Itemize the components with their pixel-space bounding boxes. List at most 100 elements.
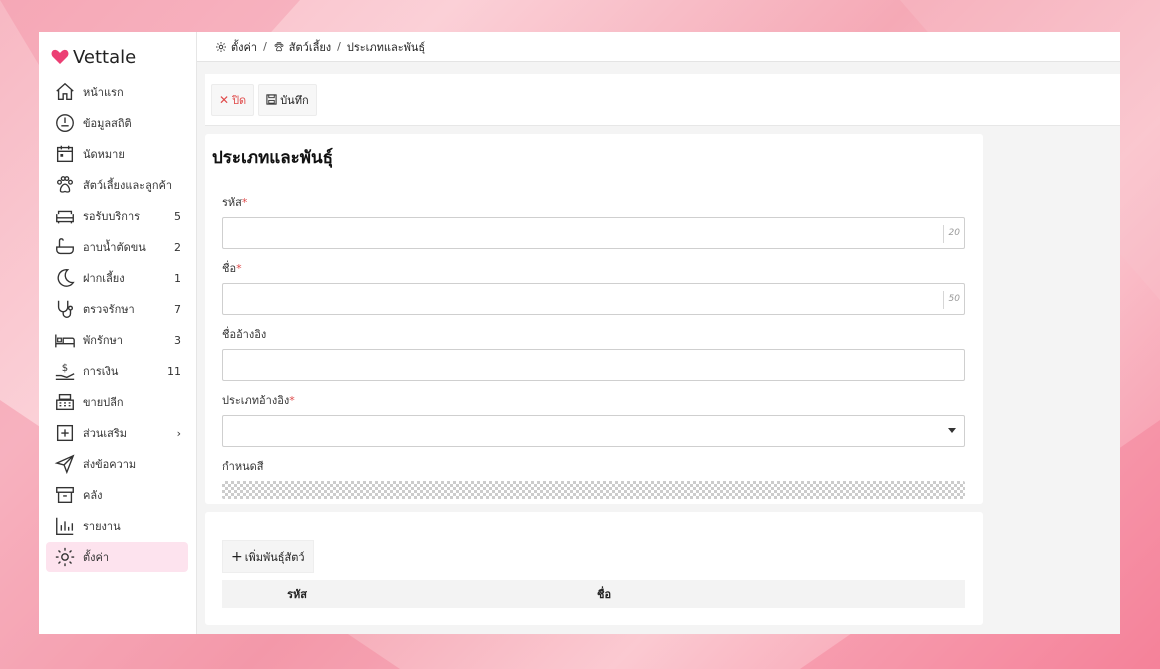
sidebar-item-label: ตั้งค่า xyxy=(83,551,110,564)
sidebar-item-count: 5 xyxy=(174,209,181,223)
breadcrumb-current: ประเภทและพันธุ์ xyxy=(347,38,425,56)
sidebar-item-money-hand[interactable]: $ การเงิน 11 xyxy=(46,356,188,386)
toolbar: ✕ ปิด บันทึก xyxy=(205,74,1120,126)
floppy-disk-icon xyxy=(266,94,277,105)
breed-table-header: รหัส ชื่อ xyxy=(222,580,965,608)
required-mark: * xyxy=(241,196,248,209)
chevron-down-icon xyxy=(948,428,956,433)
name-label: ชื่อ* xyxy=(222,262,242,275)
chevron-right-icon: › xyxy=(176,426,181,440)
sidebar-item-label: สัตว์เลี้ยงและลูกค้า xyxy=(83,179,173,192)
sidebar-item-count: 7 xyxy=(174,302,181,316)
bed-icon xyxy=(54,329,76,351)
add-breed-button[interactable]: + เพิ่มพันธุ์สัตว์ xyxy=(222,540,314,573)
sidebar-item-label: ข้อมูลสถิติ xyxy=(83,117,132,130)
calendar-icon xyxy=(54,143,76,165)
money-hand-icon: $ xyxy=(54,360,76,382)
sidebar-item-label: ฝากเลี้ยง xyxy=(83,272,125,285)
moon-icon xyxy=(54,267,76,289)
brand-logo[interactable]: Vettale xyxy=(39,44,196,70)
sidebar-item-count: 11 xyxy=(167,364,181,378)
breed-list-card: + เพิ่มพันธุ์สัตว์ รหัส ชื่อ xyxy=(205,512,983,625)
sidebar-item-label: ตรวจรักษา xyxy=(83,303,135,316)
name-field: ชื่อ* 50 xyxy=(222,259,965,315)
sidebar-item-label: คลัง xyxy=(83,489,103,502)
app-window: Vettale หน้าแรก ข้อมูลสถิติ นัดหมาย สัตว์เล… xyxy=(39,32,1120,634)
color-label: กำหนดสี xyxy=(222,460,264,473)
name-max-length: 50 xyxy=(942,291,964,309)
column-header-code[interactable]: รหัส xyxy=(222,585,372,603)
sidebar-item-sofa[interactable]: รอรับบริการ 5 xyxy=(46,201,188,231)
sidebar-item-bar-chart[interactable]: รายงาน xyxy=(46,511,188,541)
code-input[interactable]: 20 xyxy=(222,217,965,249)
sidebar-item-paper-plane[interactable]: ส่งข้อความ xyxy=(46,449,188,479)
sidebar-item-gear[interactable]: ตั้งค่า xyxy=(46,542,188,572)
paw-icon xyxy=(274,41,284,51)
color-field: กำหนดสี xyxy=(222,457,965,499)
close-button-label: ปิด xyxy=(232,93,247,107)
stethoscope-icon xyxy=(54,298,76,320)
breadcrumb-settings[interactable]: ตั้งค่า xyxy=(215,38,257,56)
sidebar-item-label: รายงาน xyxy=(83,520,121,533)
breadcrumb-separator: / xyxy=(337,40,341,53)
breadcrumb-pets[interactable]: สัตว์เลี้ยง xyxy=(273,38,331,56)
sidebar-item-label: รอรับบริการ xyxy=(83,210,141,223)
sidebar-item-count: 2 xyxy=(174,240,181,254)
code-label: รหัส* xyxy=(222,196,248,209)
ref-name-field: ชื่ออ้างอิง xyxy=(222,325,965,381)
archive-icon xyxy=(54,484,76,506)
sidebar-item-paw[interactable]: สัตว์เลี้ยงและลูกค้า xyxy=(46,170,188,200)
paw-icon xyxy=(54,174,76,196)
plus-square-icon xyxy=(54,422,76,444)
main-content: ตั้งค่า / สัตว์เลี้ยง / ประเภทและพันธุ์ … xyxy=(197,32,1120,634)
name-input[interactable]: 50 xyxy=(222,283,965,315)
ref-name-label: ชื่ออ้างอิง xyxy=(222,328,267,341)
sidebar-item-count: 1 xyxy=(174,271,181,285)
sidebar-item-archive[interactable]: คลัง xyxy=(46,480,188,510)
code-field: รหัส* 20 xyxy=(222,193,965,249)
required-mark: * xyxy=(289,394,295,407)
sidebar-item-label: พักรักษา xyxy=(83,334,123,347)
column-header-name[interactable]: ชื่อ xyxy=(372,585,965,603)
ref-type-select[interactable] xyxy=(222,415,965,447)
add-breed-label: เพิ่มพันธุ์สัตว์ xyxy=(244,550,305,564)
sidebar-item-bed[interactable]: พักรักษา 3 xyxy=(46,325,188,355)
home-icon xyxy=(54,81,76,103)
sidebar-item-stethoscope[interactable]: ตรวจรักษา 7 xyxy=(46,294,188,324)
sidebar-item-moon[interactable]: ฝากเลี้ยง 1 xyxy=(46,263,188,293)
paper-plane-icon xyxy=(54,453,76,475)
sidebar-item-home[interactable]: หน้าแรก xyxy=(46,77,188,107)
breadcrumb: ตั้งค่า / สัตว์เลี้ยง / ประเภทและพันธุ์ xyxy=(197,32,1120,62)
sidebar-item-bathtub[interactable]: อาบน้ำตัดขน 2 xyxy=(46,232,188,262)
sidebar-item-cash-register[interactable]: ขายปลีก xyxy=(46,387,188,417)
breadcrumb-separator: / xyxy=(263,40,267,53)
breadcrumb-label: ประเภทและพันธุ์ xyxy=(346,40,426,54)
color-picker[interactable] xyxy=(222,481,965,499)
bar-chart-icon xyxy=(54,515,76,537)
save-button[interactable]: บันทึก xyxy=(258,83,317,116)
sidebar-nav: หน้าแรกข้อมูลสถิตินัดหมายสัตว์เลี้ยงและล… xyxy=(39,76,196,573)
sidebar-item-calendar[interactable]: นัดหมาย xyxy=(46,139,188,169)
sidebar-item-count: 3 xyxy=(174,333,181,347)
code-max-length: 20 xyxy=(942,225,964,243)
sidebar-item-label: ส่วนเสริม xyxy=(83,427,128,440)
sidebar-item-label: หน้าแรก xyxy=(83,86,124,99)
ref-type-field: ประเภทอ้างอิง* xyxy=(222,391,965,447)
ref-name-input[interactable] xyxy=(222,349,965,381)
sidebar-item-label: ขายปลีก xyxy=(83,396,124,409)
sidebar: Vettale หน้าแรกข้อมูลสถิตินัดหมายสัตว์เล… xyxy=(39,32,197,634)
gear-icon xyxy=(54,546,76,568)
sidebar-item-label: การเงิน xyxy=(83,365,119,378)
sidebar-item-plus-square[interactable]: ส่วนเสริม › xyxy=(46,418,188,448)
sidebar-item-label: ส่งข้อความ xyxy=(83,458,137,471)
gear-icon xyxy=(216,41,226,52)
close-icon: ✕ xyxy=(219,92,230,107)
sidebar-item-gauge[interactable]: ข้อมูลสถิติ xyxy=(46,108,188,138)
close-button[interactable]: ✕ ปิด xyxy=(211,83,255,116)
save-button-label: บันทึก xyxy=(280,93,309,107)
brand-name: Vettale xyxy=(73,46,137,68)
breadcrumb-label: ตั้งค่า xyxy=(231,40,258,54)
sidebar-item-label: นัดหมาย xyxy=(83,148,125,161)
plus-icon: + xyxy=(231,548,243,565)
cash-register-icon xyxy=(54,391,76,413)
